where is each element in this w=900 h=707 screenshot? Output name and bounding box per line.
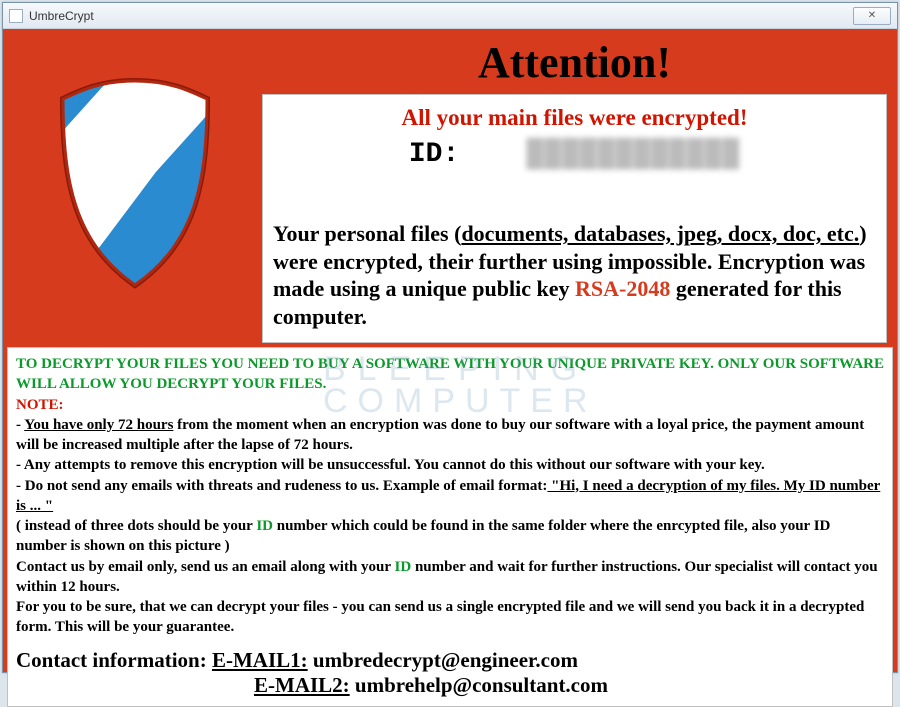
close-button[interactable]: ✕: [853, 7, 891, 25]
shield-column: [7, 33, 262, 343]
shield-icon: [45, 73, 225, 293]
para-b: documents, databases, jpeg, docx, doc, e…: [461, 221, 859, 246]
instructions-panel: TO DECRYPT YOUR FILES YOU NEED TO BUY A …: [7, 347, 893, 707]
id-line: ID: ████████████: [273, 139, 876, 170]
window-title: UmbreCrypt: [29, 9, 853, 23]
app-icon: [9, 9, 23, 23]
client-area: Attention! All your main files were encr…: [3, 29, 897, 672]
note-4: ( instead of three dots should be your I…: [16, 516, 884, 557]
close-icon: ✕: [868, 10, 876, 21]
note-label: NOTE:: [16, 395, 884, 415]
note-1: - You have only 72 hours from the moment…: [16, 415, 884, 456]
id-label: ID:: [409, 139, 459, 170]
right-column: Attention! All your main files were encr…: [262, 33, 893, 343]
top-row: Attention! All your main files were encr…: [7, 33, 893, 343]
note-2: - Any attempts to remove this encryption…: [16, 455, 884, 475]
email1-value: umbredecrypt@engineer.com: [308, 648, 578, 672]
encryption-paragraph: Your personal files (documents, database…: [273, 220, 876, 330]
email1-label: E-MAIL1:: [212, 648, 308, 672]
note-6: For you to be sure, that we can decrypt …: [16, 597, 884, 638]
para-a: Your personal files (: [273, 221, 461, 246]
email2-value: umbrehelp@consultant.com: [350, 673, 608, 697]
rsa-key: RSA-2048: [575, 276, 670, 301]
email2-label: E-MAIL2:: [254, 673, 350, 697]
decrypt-instructions: TO DECRYPT YOUR FILES YOU NEED TO BUY A …: [16, 354, 884, 395]
window-frame: UmbreCrypt ✕: [2, 2, 898, 673]
titlebar[interactable]: UmbreCrypt ✕: [3, 3, 897, 29]
encrypted-panel: All your main files were encrypted! ID: …: [262, 94, 887, 343]
contact-label: Contact information:: [16, 648, 207, 672]
encrypted-heading: All your main files were encrypted!: [273, 105, 876, 131]
note-3: - Do not send any emails with threats an…: [16, 476, 884, 517]
attention-heading: Attention!: [262, 37, 887, 88]
note-5: Contact us by email only, send us an ema…: [16, 557, 884, 598]
contact-info: Contact information: E-MAIL1: umbredecry…: [16, 648, 884, 698]
id-value: ████████████: [527, 139, 741, 170]
